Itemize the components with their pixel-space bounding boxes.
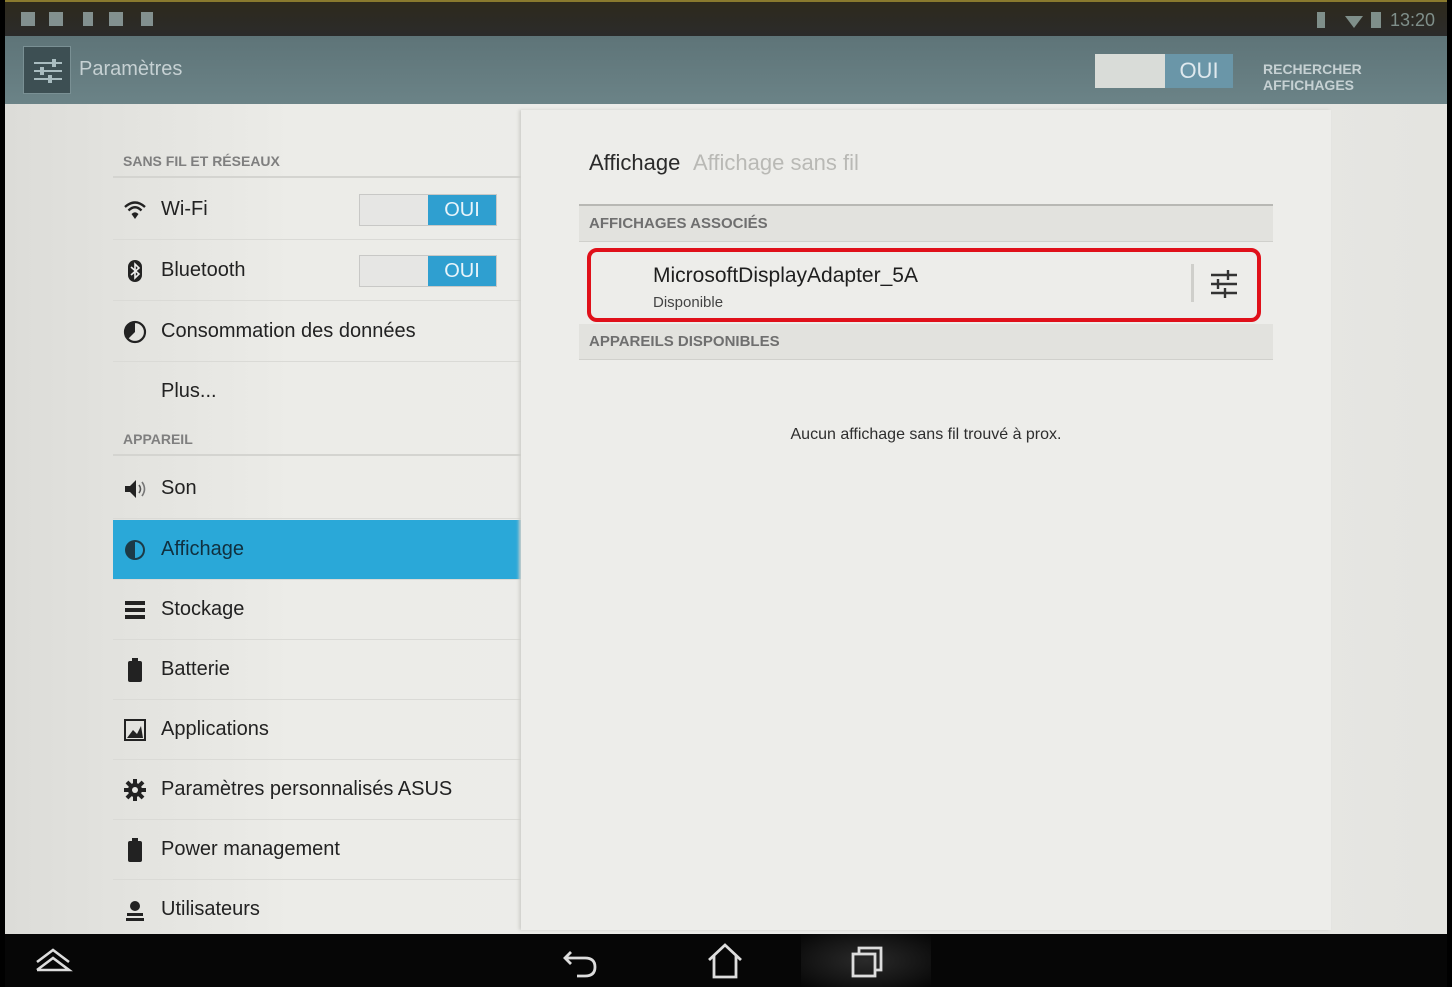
toggle-on-label: OUI	[428, 256, 496, 286]
menu-item-storage[interactable]: Stockage	[113, 580, 521, 640]
breadcrumb-display[interactable]: Affichage	[589, 150, 680, 176]
paired-device-row[interactable]: MicrosoftDisplayAdapter_5A Disponible	[587, 248, 1261, 322]
device-status: Disponible	[653, 294, 724, 311]
menu-item-users[interactable]: Utilisateurs	[113, 880, 521, 940]
action-bar: Paramètres OUI RECHERCHER AFFICHAGES	[5, 36, 1447, 104]
toggle-on-label: OUI	[428, 195, 496, 225]
menu-item-asus-settings[interactable]: Paramètres personnalisés ASUS	[113, 760, 521, 820]
quick-settings-icon[interactable]	[33, 942, 73, 980]
menu-item-label: Plus...	[161, 380, 217, 402]
menu-item-sound[interactable]: Son	[113, 459, 521, 519]
menu-item-battery[interactable]: Batterie	[113, 640, 521, 700]
wifi-icon	[124, 201, 146, 219]
sd-card-icon	[141, 12, 153, 26]
screenshot-icon	[21, 12, 35, 26]
wifi-signal-icon	[1345, 16, 1363, 28]
content-area: SANS FIL ET RÉSEAUX Wi-Fi OUI Bluetooth …	[5, 104, 1447, 934]
settings-app-icon[interactable]	[23, 46, 71, 94]
menu-item-more[interactable]: Plus...	[113, 362, 521, 422]
navigation-bar	[5, 934, 1447, 987]
menu-item-applications[interactable]: Applications	[113, 700, 521, 760]
battery-icon	[128, 658, 142, 682]
menu-item-label: Utilisateurs	[161, 898, 260, 920]
brightness-icon	[125, 540, 145, 560]
data-usage-icon	[123, 320, 147, 344]
battery-status-icon	[1371, 12, 1381, 28]
bluetooth-toggle[interactable]: OUI	[359, 255, 497, 287]
storage-icon	[125, 601, 145, 619]
menu-item-label: Power management	[161, 838, 340, 860]
apps-icon	[124, 719, 146, 741]
home-icon[interactable]	[705, 942, 745, 980]
menu-item-data-usage[interactable]: Consommation des données	[113, 302, 521, 362]
mail-icon	[49, 12, 63, 26]
menu-item-display[interactable]: Affichage	[113, 520, 521, 580]
wireless-display-toggle[interactable]: OUI	[1095, 54, 1233, 88]
battery-icon	[128, 838, 142, 862]
divider	[1191, 264, 1194, 302]
bluetooth-icon	[128, 260, 142, 282]
vibrate-icon	[1317, 12, 1325, 28]
menu-item-label: Son	[161, 477, 197, 499]
page-title: Paramètres	[79, 58, 183, 80]
wifi-toggle[interactable]: OUI	[359, 194, 497, 226]
device-name: MicrosoftDisplayAdapter_5A	[653, 264, 918, 287]
usb-icon	[109, 12, 123, 26]
gear-icon	[124, 779, 146, 801]
section-header-device: APPAREIL	[113, 422, 521, 456]
menu-item-label: Stockage	[161, 598, 245, 620]
menu-item-label: Applications	[161, 718, 269, 740]
settings-menu: SANS FIL ET RÉSEAUX Wi-Fi OUI Bluetooth …	[113, 104, 521, 934]
empty-state-message: Aucun affichage sans fil trouvé à prox.	[790, 426, 1062, 443]
menu-item-label: Consommation des données	[161, 320, 416, 342]
back-icon[interactable]	[561, 942, 601, 980]
detail-pane: Affichage Affichage sans fil AFFICHAGES …	[521, 110, 1331, 930]
status-bar: 13:20	[5, 0, 1447, 36]
menu-item-label: Wi-Fi	[161, 198, 208, 220]
paired-displays-header: AFFICHAGES ASSOCIÉS	[579, 206, 1273, 242]
device-settings-icon[interactable]	[1209, 266, 1239, 302]
menu-item-bluetooth[interactable]: Bluetooth OUI	[113, 241, 521, 301]
menu-item-label: Batterie	[161, 658, 230, 680]
menu-item-label: Bluetooth	[161, 259, 246, 281]
sliders-icon	[34, 59, 62, 83]
breadcrumb-wireless-display: Affichage sans fil	[693, 150, 859, 175]
menu-item-power-management[interactable]: Power management	[113, 820, 521, 880]
section-header-wireless: SANS FIL ET RÉSEAUX	[113, 144, 521, 178]
recent-apps-icon[interactable]	[847, 942, 887, 980]
menu-item-label: Paramètres personnalisés ASUS	[161, 778, 453, 800]
available-devices-header: APPAREILS DISPONIBLES	[579, 324, 1273, 360]
status-time: 13:20	[1389, 10, 1435, 30]
lock-icon	[83, 12, 93, 26]
user-icon	[126, 901, 144, 921]
toggle-on-label: OUI	[1165, 54, 1233, 88]
menu-item-wifi[interactable]: Wi-Fi OUI	[113, 180, 521, 240]
search-displays-button[interactable]: RECHERCHER AFFICHAGES	[1263, 61, 1447, 93]
volume-icon	[125, 480, 146, 498]
menu-item-label: Affichage	[161, 538, 245, 560]
